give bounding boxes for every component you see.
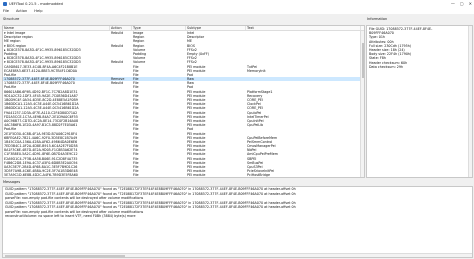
messages-label: Messages bbox=[3, 180, 21, 184]
messages-list[interactable]: GUID pattern "17088572-377F-44EF-8F4E-B0… bbox=[2, 186, 473, 258]
action-cell bbox=[110, 173, 132, 177]
menu-help[interactable]: Help bbox=[34, 9, 42, 13]
scrollbar-thumb[interactable] bbox=[361, 43, 364, 78]
menu-bar: File Action Help bbox=[0, 8, 474, 14]
information-label: Information bbox=[367, 17, 388, 21]
column-type[interactable]: Type bbox=[132, 26, 186, 30]
structure-scrollbar[interactable] bbox=[360, 31, 364, 177]
maximize-icon[interactable]: ▢ bbox=[460, 1, 464, 6]
messages-hscrollbar[interactable] bbox=[3, 253, 472, 257]
column-name[interactable]: Name bbox=[3, 26, 110, 30]
window-titlebar: UEFITool 0.21.5 - modmodded — ▢ ✕ bbox=[0, 0, 474, 8]
messages-lines: GUID pattern "17088572-377F-44EF-8F4E-B0… bbox=[3, 187, 472, 219]
window-title: UEFITool 0.21.5 - modmodded bbox=[9, 2, 63, 6]
minimize-icon[interactable]: — bbox=[451, 1, 455, 6]
scrollbar-thumb[interactable] bbox=[5, 254, 125, 257]
information-scrollbar[interactable] bbox=[468, 26, 472, 177]
column-subtype[interactable]: Subtype bbox=[186, 26, 246, 30]
window-controls: — ▢ ✕ bbox=[451, 1, 472, 6]
type-cell: File bbox=[133, 173, 139, 178]
message-line[interactable]: reconstructVolume: no space left to inse… bbox=[3, 214, 472, 219]
info-line: Data checksum: 29h bbox=[369, 64, 404, 69]
menu-file[interactable]: File bbox=[3, 9, 9, 13]
information-text: File GUID: 17088572-377F-44EF-8F4E- B09FF… bbox=[367, 26, 472, 70]
text-cell: PciHostBridge bbox=[247, 173, 270, 178]
menu-action[interactable]: Action bbox=[16, 9, 27, 13]
information-panel: File GUID: 17088572-377F-44EF-8F4E- B09FF… bbox=[366, 25, 473, 178]
structure-tree[interactable]: Name Action Type Subtype Text ▾ Intel im… bbox=[2, 25, 365, 178]
app-icon bbox=[3, 2, 7, 6]
column-text[interactable]: Text bbox=[246, 26, 361, 30]
subtype-cell: PEI module bbox=[187, 173, 206, 178]
close-icon[interactable]: ✕ bbox=[469, 1, 472, 6]
column-action[interactable]: Action bbox=[110, 26, 132, 30]
structure-label: Structure bbox=[3, 17, 20, 21]
structure-rows: ▾ Intel image Rebuild Image Intel Descripto… bbox=[3, 31, 364, 177]
tree-row[interactable]: 5E7A9C1D-6E8B-4D2C-A4F6-7B9D3E5F8A60 File… bbox=[3, 173, 364, 177]
name-cell: 5E7A9C1D-6E8B-4D2C-A4F6-7B9D3E5F8A60 bbox=[4, 173, 78, 178]
